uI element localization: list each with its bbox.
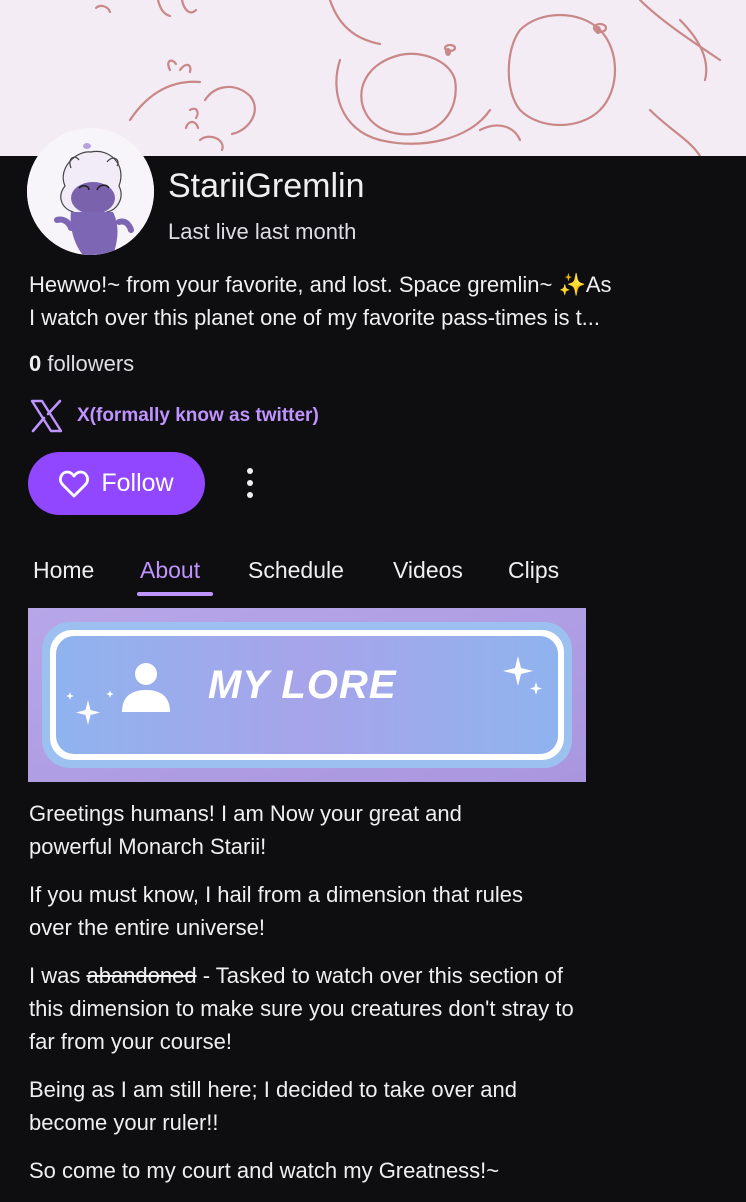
tab-clips[interactable]: Clips (508, 552, 559, 588)
tab-home[interactable]: Home (33, 552, 94, 588)
gremlin-avatar-image (27, 128, 154, 255)
about-paragraph: If you must know, I hail from a dimensio… (29, 882, 524, 940)
about-paragraph: So come to my court and watch my Greatne… (29, 1158, 500, 1183)
channel-bio: Hewwo!~ from your favorite, and lost. Sp… (29, 268, 729, 334)
followers-label: followers (47, 351, 135, 376)
follow-button[interactable]: Follow (28, 452, 205, 515)
x-link-label: X(formally know as twitter) (77, 405, 319, 426)
bio-line-2: I watch over this planet one of my favor… (29, 305, 601, 330)
my-lore-panel: MY LORE (28, 608, 586, 782)
x-logo-icon (30, 399, 63, 433)
x-social-link[interactable]: X(formally know as twitter) (29, 396, 319, 436)
more-dot-icon (247, 480, 253, 486)
more-dot-icon (247, 468, 253, 474)
bio-line-1: Hewwo!~ from your favorite, and lost. Sp… (29, 272, 612, 297)
channel-tabs: Home About Schedule Videos Clips (0, 552, 746, 598)
channel-avatar[interactable] (27, 128, 154, 255)
channel-name: StariiGremlin (168, 167, 365, 205)
last-live-status: Last live last month (168, 219, 357, 244)
follow-button-label: Follow (101, 469, 174, 497)
tab-about[interactable]: About (140, 552, 200, 588)
followers-number: 0 (29, 351, 42, 376)
more-dot-icon (247, 492, 253, 498)
struck-text: abandoned (86, 963, 197, 988)
about-paragraph: Being as I am still here; I decided to t… (29, 1077, 517, 1135)
tab-videos[interactable]: Videos (393, 552, 463, 588)
about-paragraph: I was abandoned - Tasked to watch over t… (29, 959, 589, 1058)
more-options-button[interactable] (232, 458, 268, 508)
heart-icon (59, 470, 90, 497)
about-paragraph: Greetings humans! I am Now your great an… (29, 801, 462, 859)
followers-count: 0 followers (29, 349, 134, 379)
my-lore-title: MY LORE (208, 663, 397, 707)
about-text-fragment: I was (29, 963, 87, 988)
tab-schedule[interactable]: Schedule (248, 552, 344, 588)
active-tab-indicator (137, 592, 213, 596)
about-description: Greetings humans! I am Now your great an… (29, 797, 729, 1202)
